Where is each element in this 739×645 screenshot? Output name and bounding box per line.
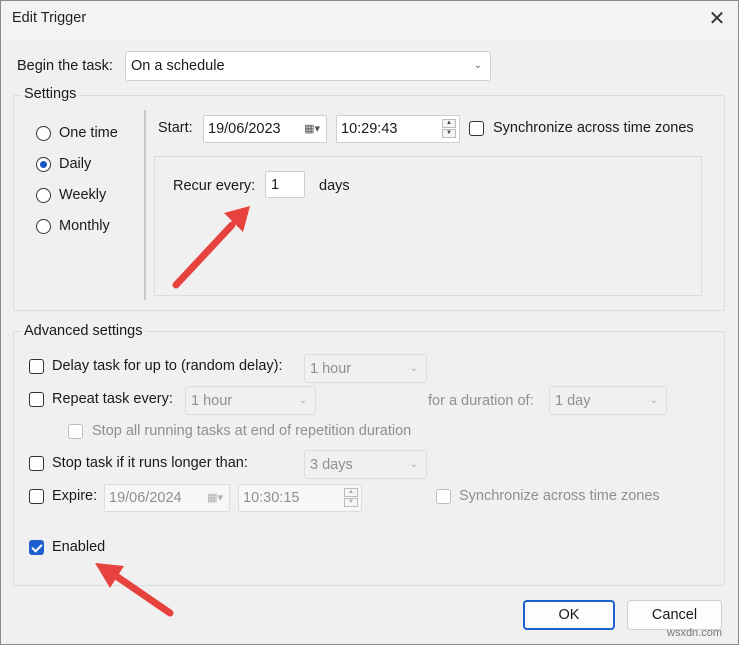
arrow-to-enabled xyxy=(95,563,174,617)
annotation-arrows xyxy=(95,206,250,617)
watermark: wsxdn.com xyxy=(667,627,723,639)
arrow-to-recur xyxy=(172,206,250,289)
